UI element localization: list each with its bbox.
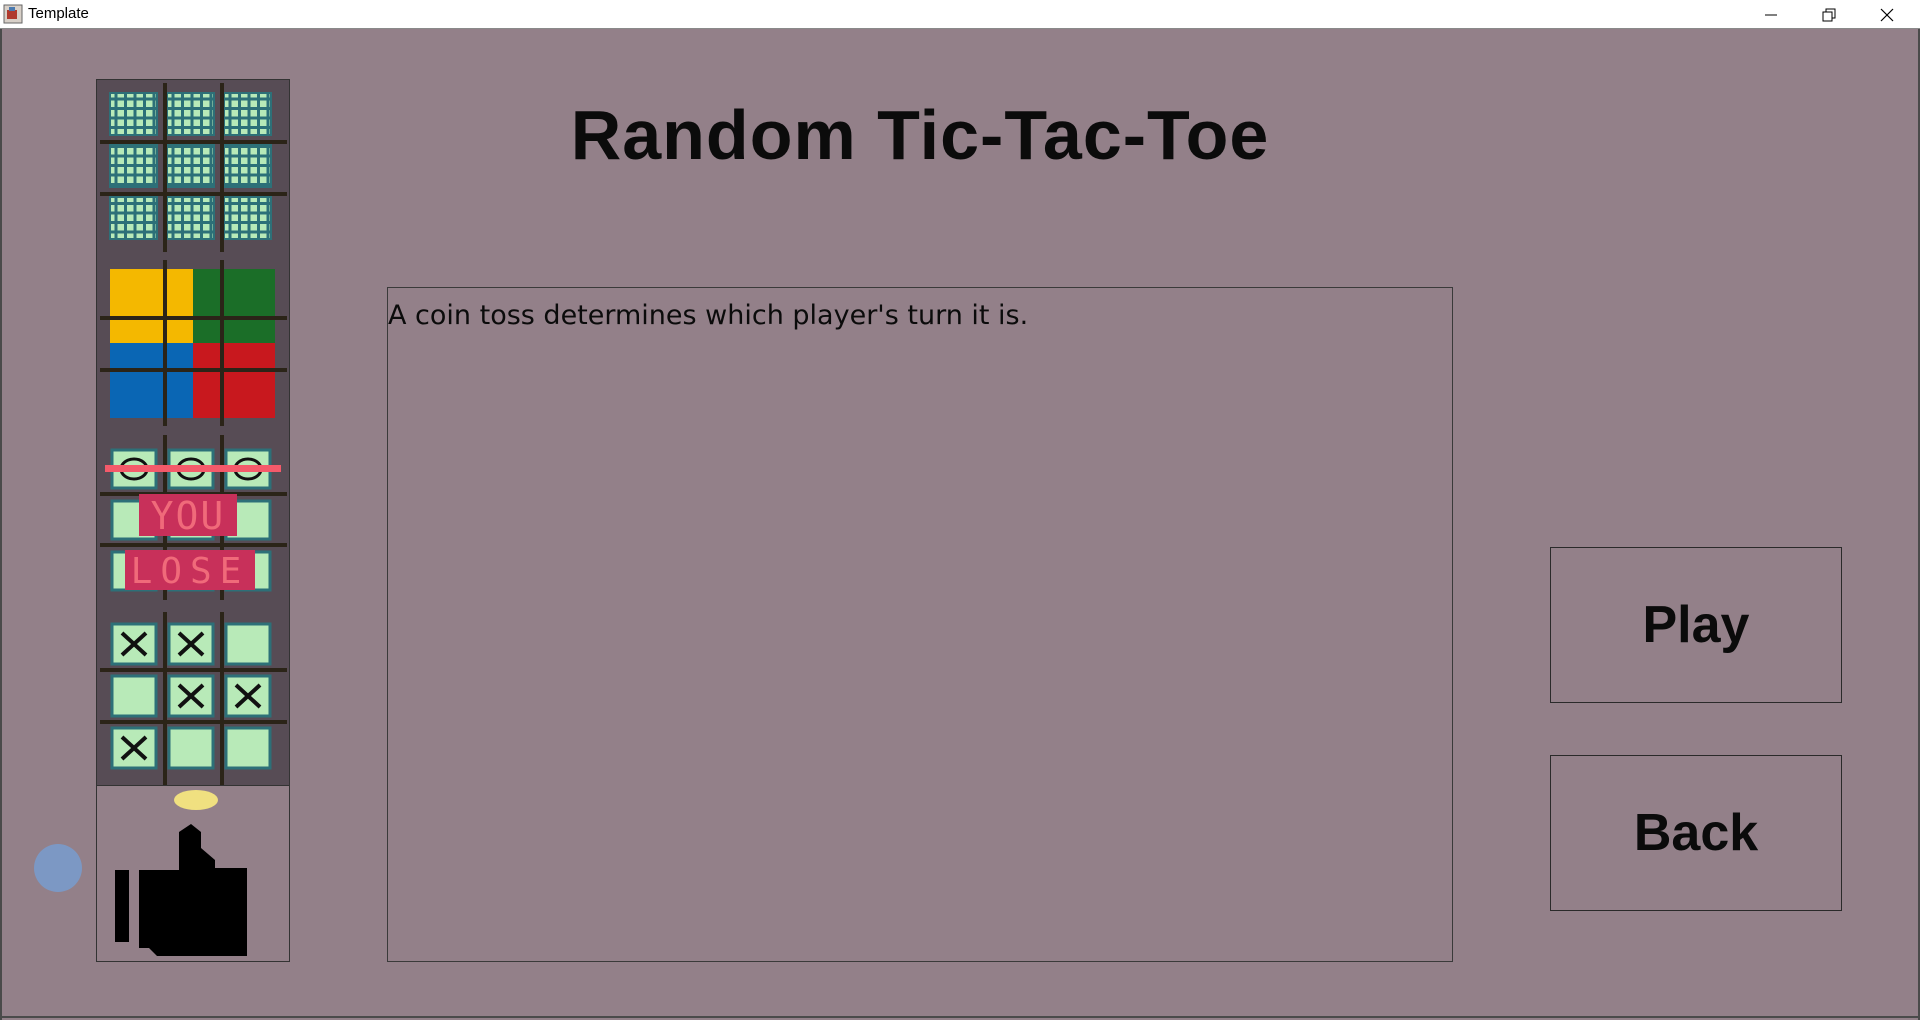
description-text: A coin toss determines which player's tu… xyxy=(388,300,1029,331)
game-preview-strip: YOU LOSE xyxy=(96,79,290,786)
lose-banner-lose: LOSE xyxy=(131,551,250,592)
board-color-preview xyxy=(100,260,287,426)
window-title-bar: Template xyxy=(0,0,1920,29)
window-title: Template xyxy=(28,5,89,22)
play-button-label: Play xyxy=(1642,596,1750,654)
window-frame-left xyxy=(0,29,2,1020)
play-button[interactable]: Play xyxy=(1550,547,1842,703)
close-icon xyxy=(1880,8,1894,22)
coin-toss-panel xyxy=(96,785,290,962)
restore-button[interactable] xyxy=(1800,0,1858,29)
board-lose-preview: YOU LOSE xyxy=(100,435,287,600)
coin-icon xyxy=(174,790,218,810)
board-empty-preview xyxy=(100,83,287,252)
java-app-icon xyxy=(3,4,23,24)
restore-icon xyxy=(1822,8,1836,22)
close-button[interactable] xyxy=(1858,0,1916,29)
minimize-icon xyxy=(1765,14,1777,16)
lose-banner-you: YOU xyxy=(151,494,226,538)
window-frame-bottom xyxy=(0,1016,1920,1018)
back-button-label: Back xyxy=(1633,804,1759,862)
description-text-area[interactable]: A coin toss determines which player's tu… xyxy=(387,287,1453,962)
game-preview-graphic: YOU LOSE xyxy=(100,83,287,785)
minimize-button[interactable] xyxy=(1742,0,1800,29)
page-title: Random Tic-Tac-Toe xyxy=(570,96,1270,174)
status-dot xyxy=(34,844,82,892)
thumb-coin-icon xyxy=(115,790,247,956)
board-x-preview xyxy=(100,612,287,785)
thumbs-up-icon xyxy=(115,824,247,956)
back-button[interactable]: Back xyxy=(1550,755,1842,911)
